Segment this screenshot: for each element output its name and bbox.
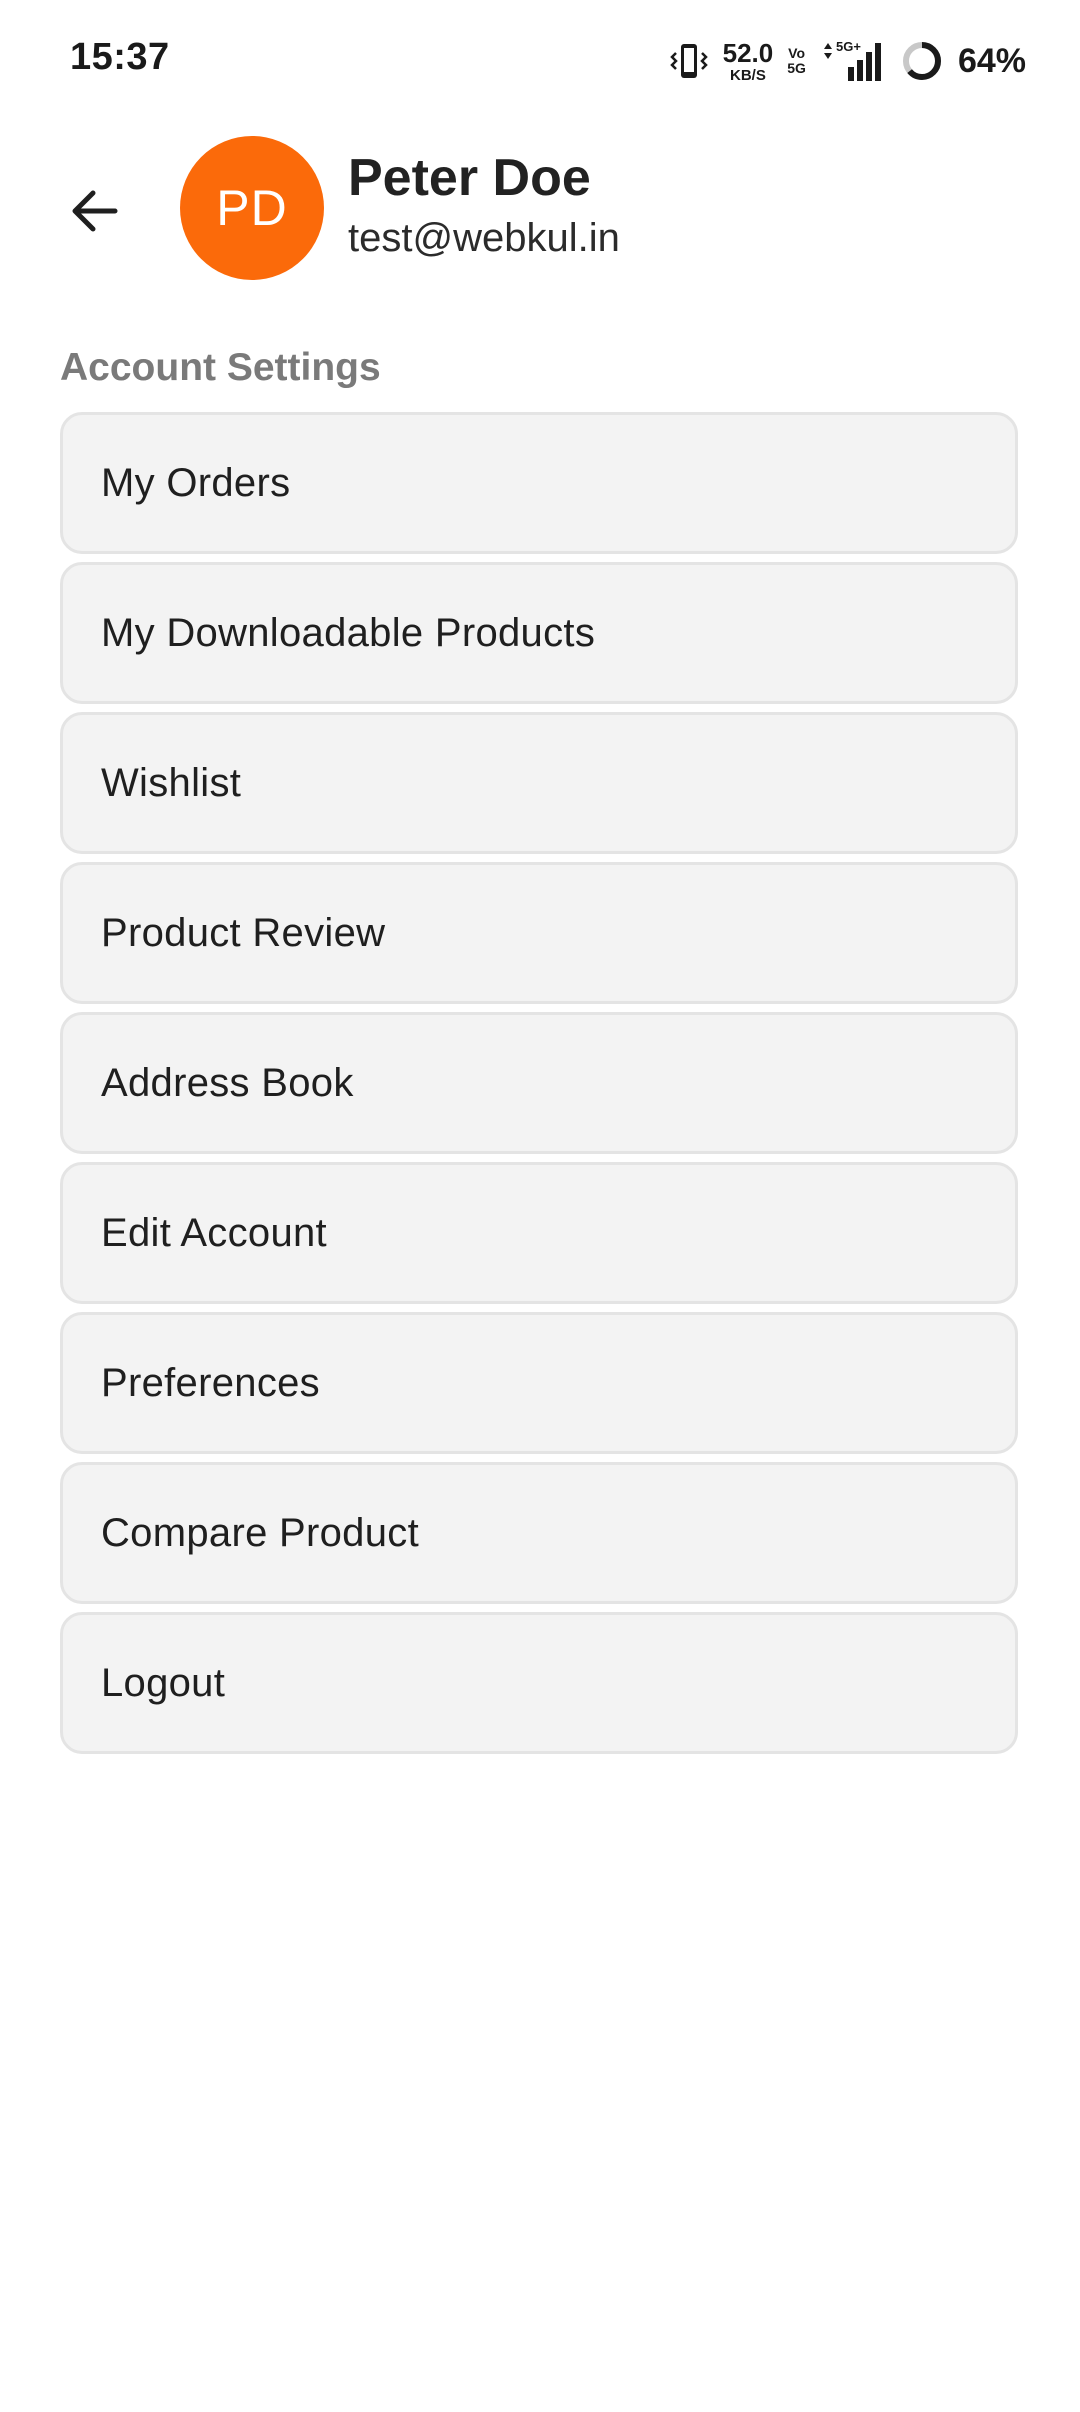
menu-item-product-review[interactable]: Product Review [60,862,1018,1004]
user-email: test@webkul.in [348,216,620,260]
account-settings-list: My Orders My Downloadable Products Wishl… [60,412,1018,1754]
network-speed: 52.0 KB/S [723,40,774,83]
menu-item-label: Logout [101,1660,226,1705]
network-speed-value: 52.0 [722,37,774,68]
network-type-label: 5G+ [836,39,861,54]
menu-item-my-orders[interactable]: My Orders [60,412,1018,554]
network-speed-unit: KB/S [730,66,766,84]
section-title: Account Settings [60,346,381,389]
menu-item-label: My Orders [101,460,291,505]
user-name: Peter Doe [348,149,591,207]
status-icons: 52.0 KB/S Vo 5G 5G+ 64% [669,36,1026,86]
menu-item-compare-product[interactable]: Compare Product [60,1462,1018,1604]
back-button[interactable] [56,172,134,250]
battery-percent: 64% [957,41,1026,80]
volte-indicator: Vo 5G [787,46,806,75]
volte-top: Vo [788,45,806,62]
vibrate-icon [669,41,709,81]
menu-item-logout[interactable]: Logout [60,1612,1018,1754]
menu-item-label: My Downloadable Products [101,610,596,655]
status-bar: 15:37 52.0 KB/S Vo 5G 5G+ 64% [0,0,1080,120]
menu-item-my-downloadable-products[interactable]: My Downloadable Products [60,562,1018,704]
avatar-initials: PD [216,180,288,236]
menu-item-label: Product Review [101,910,386,955]
volte-bottom: 5G [787,60,806,76]
arrow-left-icon [72,190,118,232]
signal-icon: 5G+ [820,39,886,83]
profile-header: PD Peter Doe test@webkul.in [0,130,1080,290]
menu-item-label: Address Book [101,1060,354,1105]
menu-item-label: Wishlist [101,760,242,805]
menu-item-wishlist[interactable]: Wishlist [60,712,1018,854]
menu-item-edit-account[interactable]: Edit Account [60,1162,1018,1304]
menu-item-label: Edit Account [101,1210,327,1255]
menu-item-label: Preferences [101,1360,320,1405]
battery-ring-icon [900,39,944,83]
menu-item-address-book[interactable]: Address Book [60,1012,1018,1154]
status-time: 15:37 [70,36,170,78]
menu-item-label: Compare Product [101,1510,419,1555]
avatar: PD [180,136,324,280]
menu-item-preferences[interactable]: Preferences [60,1312,1018,1454]
